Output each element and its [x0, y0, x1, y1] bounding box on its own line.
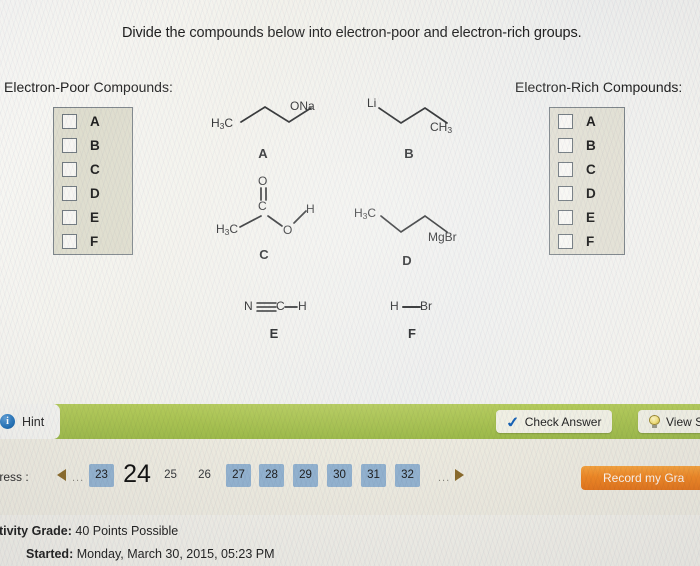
compound-a-right-label: ONa — [290, 99, 315, 113]
electron-poor-checkbox-panel: A B C D E F — [53, 107, 133, 255]
compound-a-structure: H3C ONa A — [211, 96, 335, 161]
page-button-28[interactable]: 28 — [259, 464, 284, 487]
checkbox-rich-b[interactable] — [558, 138, 573, 153]
compound-c-label: C — [259, 247, 269, 262]
page-button-25[interactable]: 25 — [158, 464, 183, 487]
action-bar: i Hint ✓ Check Answer View So — [0, 404, 700, 439]
compound-e-carbon-label: C — [276, 299, 285, 313]
view-solution-button[interactable]: View So — [638, 410, 700, 433]
lightbulb-icon — [649, 415, 660, 428]
activity-footer: ctivity Grade: 40 Points Possible Starte… — [0, 515, 700, 566]
compound-b-right-label: CH3 — [430, 120, 453, 135]
compound-f-hydrogen-label: H — [390, 299, 399, 313]
checkbox-rich-f-label: F — [586, 233, 595, 249]
compound-e-structure: N C H E — [244, 298, 324, 353]
compound-f-structure: H Br F — [390, 298, 470, 353]
compound-b-skeleton — [378, 106, 448, 125]
electron-rich-heading: Electron-Rich Compounds: — [515, 79, 683, 95]
previous-page-arrow-icon[interactable] — [57, 469, 66, 481]
checkbox-poor-b[interactable] — [62, 138, 77, 153]
compound-f-bromine-label: Br — [420, 299, 432, 313]
checkbox-rich-c[interactable] — [558, 162, 573, 177]
checkbox-poor-a-label: A — [90, 113, 100, 129]
progress-ellipsis-left: ... — [72, 472, 85, 484]
page-button-27[interactable]: 27 — [226, 464, 251, 487]
info-icon: i — [0, 414, 15, 429]
checkbox-rich-e-label: E — [586, 209, 596, 225]
hint-button-label: Hint — [22, 414, 45, 429]
compound-c-structure: O C H3C O H C — [216, 175, 340, 263]
compound-b-structure: Li CH3 B — [365, 96, 485, 161]
compound-c-hydroxyl-oxygen-label: O — [283, 223, 293, 237]
activity-started-title: Started: — [26, 547, 74, 561]
checkbox-poor-b-label: B — [90, 137, 100, 153]
check-answer-label: Check Answer — [524, 414, 602, 429]
checkbox-poor-f[interactable] — [62, 234, 77, 249]
checkbox-poor-e[interactable] — [62, 210, 77, 225]
checkbox-poor-e-label: E — [90, 209, 100, 225]
checkbox-rich-b-label: B — [586, 137, 596, 153]
hint-button[interactable]: i Hint — [0, 404, 60, 439]
checkbox-rich-e[interactable] — [558, 210, 573, 225]
activity-grade-line: ctivity Grade: 40 Points Possible — [0, 524, 178, 538]
compound-d-left-label: H3C — [354, 206, 377, 221]
compound-f-label: F — [408, 326, 416, 341]
page-button-26[interactable]: 26 — [192, 464, 217, 487]
checkbox-rich-d[interactable] — [558, 186, 573, 201]
view-solution-label: View So — [666, 414, 700, 429]
compound-c-methyl-label: H3C — [216, 222, 239, 237]
checkbox-poor-c[interactable] — [62, 162, 77, 177]
electron-rich-checkbox-panel: A B C D E F — [549, 107, 625, 255]
question-work-area: Divide the compounds below into electron… — [0, 0, 700, 400]
compound-e-hydrogen-label: H — [298, 299, 307, 313]
checkbox-rich-a[interactable] — [558, 114, 573, 129]
compound-d-label: D — [402, 253, 412, 268]
page-button-32[interactable]: 32 — [395, 464, 420, 487]
compound-c-carbonyl-oxygen-label: O — [258, 174, 268, 188]
checkbox-rich-f[interactable] — [558, 234, 573, 249]
compound-c-carbonyl-carbon-label: C — [258, 199, 267, 213]
compound-e-nitrogen-label: N — [244, 299, 253, 313]
checkbox-rich-c-label: C — [586, 161, 596, 177]
checkbox-poor-d[interactable] — [62, 186, 77, 201]
question-prompt: Divide the compounds below into electron… — [122, 25, 582, 41]
electron-poor-heading: Electron-Poor Compounds: — [4, 79, 173, 95]
checkbox-poor-d-label: D — [90, 185, 100, 201]
compound-a-left-label: H3C — [211, 116, 234, 131]
progress-label: ogress : — [0, 470, 29, 484]
compound-d-structure: H3C MgBr D — [354, 203, 480, 273]
checkbox-poor-f-label: F — [90, 233, 99, 249]
compound-b-left-label: Li — [367, 96, 377, 110]
checkmark-icon: ✓ — [504, 412, 522, 431]
page-button-24-current[interactable]: 24 — [120, 461, 154, 487]
compound-a-label: A — [258, 146, 268, 161]
checkbox-poor-c-label: C — [90, 161, 100, 177]
activity-started-value: Monday, March 30, 2015, 05:23 PM — [76, 547, 275, 561]
checkbox-poor-a[interactable] — [62, 114, 77, 129]
checkbox-rich-a-label: A — [586, 113, 596, 129]
page-button-30[interactable]: 30 — [327, 464, 352, 487]
record-my-grade-button[interactable]: Record my Gra — [581, 466, 700, 490]
page-button-29[interactable]: 29 — [293, 464, 318, 487]
activity-grade-value: 40 Points Possible — [75, 524, 179, 538]
progress-ellipsis-right: ... — [438, 472, 451, 484]
check-answer-button[interactable]: ✓ Check Answer — [496, 410, 613, 433]
page-button-23[interactable]: 23 — [89, 464, 114, 487]
page-button-31[interactable]: 31 — [361, 464, 386, 487]
activity-started-line: Started: Monday, March 30, 2015, 05:23 P… — [26, 547, 275, 561]
compound-c-hydroxyl-hydrogen-label: H — [306, 202, 315, 216]
compound-b-label: B — [404, 146, 414, 161]
next-page-arrow-icon[interactable] — [455, 469, 464, 481]
activity-grade-title: ctivity Grade: — [0, 524, 72, 538]
compound-d-right-label: MgBr — [428, 230, 457, 244]
compound-e-label: E — [269, 326, 279, 341]
checkbox-rich-d-label: D — [586, 185, 596, 201]
